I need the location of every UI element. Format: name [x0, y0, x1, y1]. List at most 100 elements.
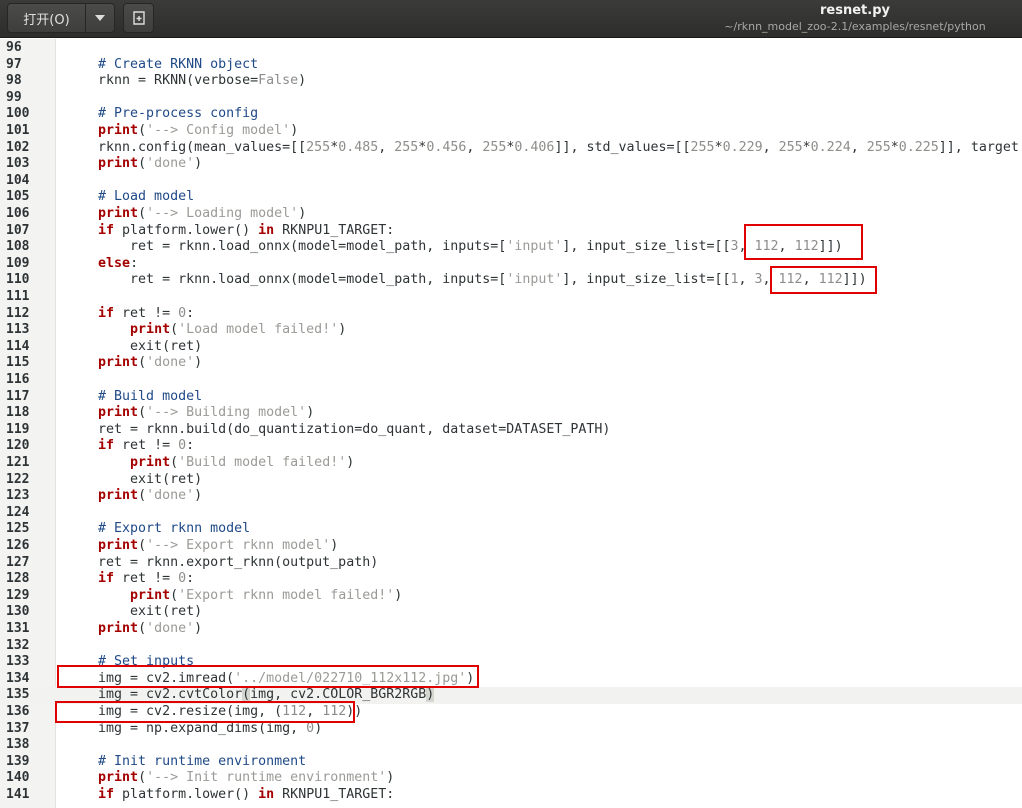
open-menu-button[interactable] [85, 3, 115, 33]
code-line[interactable]: 140 print('--> Init runtime environment'… [0, 770, 1022, 787]
code-line[interactable]: 104 [0, 173, 1022, 190]
code-token: ]]) [818, 239, 843, 255]
code-line[interactable]: 128 if ret != 0: [0, 571, 1022, 588]
code-line[interactable]: 137 img = np.expand_dims(img, 0) [0, 721, 1022, 738]
code-line[interactable]: 97 # Create RKNN object [0, 57, 1022, 74]
code-token: 0.406 [514, 139, 555, 155]
code-token: ) [314, 720, 323, 736]
code-line[interactable]: 119 ret = rknn.build(do_quantization=do_… [0, 422, 1022, 439]
code-token: ret = rknn.build(do_quantization=do_quan… [66, 421, 611, 437]
code-token: ]], std_values=[[ [554, 139, 691, 155]
line-text: print('--> Building model') [66, 405, 314, 422]
code-line[interactable]: 96 [0, 40, 1022, 57]
code-line[interactable]: 110 ret = rknn.load_onnx(model=model_pat… [0, 272, 1022, 289]
code-line[interactable]: 115 print('done') [0, 355, 1022, 372]
line-text: if ret != 0: [66, 571, 194, 588]
code-line[interactable]: 132 [0, 638, 1022, 655]
code-token: , [762, 139, 779, 155]
line-text: # Load model [66, 189, 194, 206]
open-button[interactable]: 打开(O) [7, 3, 86, 33]
line-number: 113 [6, 322, 30, 338]
code-line[interactable]: 99 [0, 90, 1022, 107]
code-line[interactable]: 117 # Build model [0, 389, 1022, 406]
code-line[interactable]: 108 ret = rknn.load_onnx(model=model_pat… [0, 239, 1022, 256]
code-line[interactable]: 114 exit(ret) [0, 339, 1022, 356]
code-line[interactable]: 129 print('Export rknn model failed!') [0, 588, 1022, 605]
code-token: ( [170, 322, 179, 338]
line-text: if platform.lower() in RKNPU1_TARGET: [66, 787, 394, 804]
code-line[interactable]: 125 # Export rknn model [0, 521, 1022, 538]
code-token: 0.456 [426, 139, 467, 155]
code-editor[interactable]: 96 97 # Create RKNN object 98 rknn = RKNN(… [0, 39, 1022, 808]
code-line[interactable]: 120 if ret != 0: [0, 438, 1022, 455]
code-token: '--> Config model' [146, 123, 291, 138]
code-token: else [98, 255, 131, 271]
line-number: 132 [6, 637, 30, 653]
code-line[interactable]: 138 [0, 737, 1022, 754]
code-line[interactable]: 134 img = cv2.imread('../model/022710_11… [0, 671, 1022, 688]
code-line[interactable]: 109 else: [0, 256, 1022, 273]
code-line[interactable]: 105 # Load model [0, 189, 1022, 206]
code-line[interactable]: 121 print('Build model failed!') [0, 455, 1022, 472]
code-token: : [186, 571, 195, 587]
code-line[interactable]: 136 img = cv2.resize(img, (112, 112)) [0, 704, 1022, 721]
code-line[interactable]: 100 # Pre-process config [0, 106, 1022, 123]
line-number: 96 [6, 40, 22, 55]
new-document-icon [132, 11, 145, 25]
line-text: if ret != 0: [66, 438, 194, 455]
line-number: 104 [6, 172, 30, 188]
code-line[interactable]: 124 [0, 505, 1022, 522]
code-line[interactable]: 130 exit(ret) [0, 604, 1022, 621]
code-line[interactable]: 98 rknn = RKNN(verbose=False) [0, 73, 1022, 90]
code-line[interactable]: 139 # Init runtime environment [0, 754, 1022, 771]
code-token: print [130, 322, 171, 338]
code-token: platform.lower() [114, 222, 259, 238]
code-token: )) [346, 704, 363, 719]
code-token: '--> Building model' [146, 405, 307, 421]
line-number: 131 [6, 621, 30, 636]
code-token: # Pre-process config [66, 106, 259, 122]
line-number: 137 [6, 720, 30, 736]
code-line[interactable]: 141 if platform.lower() in RKNPU1_TARGET… [0, 787, 1022, 804]
code-token: ) [466, 670, 475, 686]
line-number: 105 [6, 189, 30, 205]
code-line[interactable]: 102 rknn.config(mean_values=[[255*0.485,… [0, 140, 1022, 157]
code-line[interactable]: 111 [0, 289, 1022, 306]
code-line[interactable]: 106 print('--> Loading model') [0, 206, 1022, 223]
code-token: ret = rknn.load_onnx(model=model_path, i… [66, 272, 507, 288]
code-line[interactable]: 127 ret = rknn.export_rknn(output_path) [0, 555, 1022, 572]
code-token: , [802, 272, 819, 288]
code-line[interactable]: 133 # Set inputs [0, 654, 1022, 671]
code-line[interactable]: 126 print('--> Export rknn model') [0, 538, 1022, 555]
code-line[interactable]: 113 print('Load model failed!') [0, 322, 1022, 339]
line-number: 101 [6, 123, 30, 138]
code-line[interactable]: 112 if ret != 0: [0, 306, 1022, 323]
code-token: ) [194, 156, 203, 172]
code-line[interactable]: 123 print('done') [0, 488, 1022, 505]
code-line[interactable]: 135 img = cv2.cvtColor(img, cv2.COLOR_BG… [0, 687, 1022, 704]
code-token: 'input' [506, 272, 563, 288]
code-line[interactable]: 107 if platform.lower() in RKNPU1_TARGET… [0, 223, 1022, 240]
new-document-button[interactable] [123, 3, 154, 33]
code-line[interactable]: 101 print('--> Config model') [0, 123, 1022, 140]
code-token: 'Load model failed!' [178, 322, 339, 338]
line-text: if ret != 0: [66, 306, 194, 323]
code-line[interactable]: 103 print('done') [0, 156, 1022, 173]
code-token: ret != [114, 571, 179, 587]
line-text: img = cv2.cvtColor(img, cv2.COLOR_BGR2RG… [66, 687, 435, 704]
code-line[interactable]: 116 [0, 372, 1022, 389]
code-line[interactable]: 131 print('done') [0, 621, 1022, 638]
line-text: img = cv2.resize(img, (112, 112)) [66, 704, 362, 721]
code-token: exit(ret) [66, 338, 203, 354]
line-text: # Init runtime environment [66, 754, 306, 771]
code-token: 'done' [146, 488, 195, 504]
code-line[interactable]: 122 exit(ret) [0, 472, 1022, 489]
code-token: print [98, 538, 139, 553]
code-line[interactable]: 118 print('--> Building model') [0, 405, 1022, 422]
code-token: '--> Loading model' [146, 206, 299, 221]
